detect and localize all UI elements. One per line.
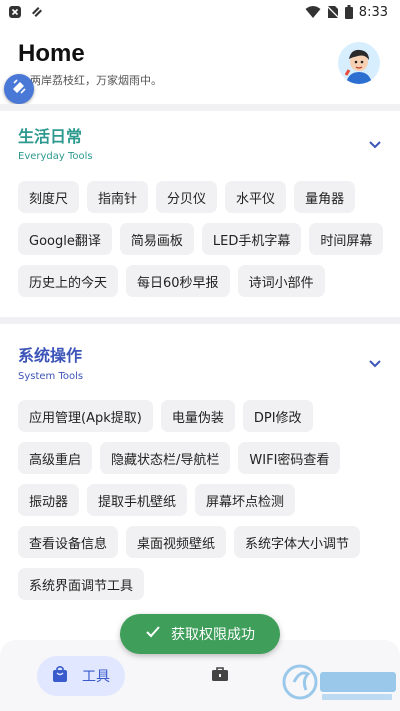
avatar[interactable] bbox=[338, 42, 380, 84]
briefcase-icon bbox=[211, 666, 229, 686]
tool-chip[interactable]: LED手机字幕 bbox=[201, 223, 302, 255]
wifi-icon bbox=[305, 5, 321, 19]
tool-chip[interactable]: 桌面视频壁纸 bbox=[126, 526, 227, 558]
chevron-down-icon[interactable] bbox=[368, 136, 382, 150]
tool-chip[interactable]: 指南针 bbox=[87, 181, 149, 213]
tab-tools[interactable]: 工具 bbox=[37, 656, 125, 696]
chip-list: 应用管理(Apk提取) 电量伪装 DPI修改 高级重启 隐藏状态栏/导航栏 WI… bbox=[18, 400, 388, 600]
tool-chip[interactable]: 查看设备信息 bbox=[18, 526, 119, 558]
floating-edit-button[interactable] bbox=[4, 74, 34, 104]
chip-list: 刻度尺 指南针 分贝仪 水平仪 量角器 Google翻译 简易画板 LED手机字… bbox=[18, 181, 388, 297]
page-title: Home bbox=[18, 40, 85, 67]
watermark-logo bbox=[282, 660, 398, 706]
section-title: 生活日常 bbox=[18, 127, 83, 146]
status-right: 8:33 bbox=[305, 5, 388, 20]
status-left bbox=[8, 5, 44, 19]
section-system: 系统操作 System Tools 应用管理(Apk提取) 电量伪装 DPI修改… bbox=[0, 324, 400, 624]
tool-chip[interactable]: 系统界面调节工具 bbox=[18, 568, 145, 600]
no-sim-icon bbox=[326, 5, 339, 19]
chevron-down-icon[interactable] bbox=[368, 355, 382, 369]
tool-chip[interactable]: 简易画板 bbox=[119, 223, 194, 255]
header-subtitle: 两岸荔枝红，万家烟雨中。 bbox=[30, 74, 162, 87]
tool-chip[interactable]: 分贝仪 bbox=[156, 181, 218, 213]
status-time: 8:33 bbox=[358, 4, 388, 20]
tool-chip[interactable]: 提取手机壁纸 bbox=[87, 484, 188, 516]
shopping-bag-icon bbox=[52, 665, 68, 687]
tool-chip[interactable]: 应用管理(Apk提取) bbox=[18, 400, 153, 432]
toast-text: 获取权限成功 bbox=[171, 627, 255, 643]
tool-chip[interactable]: 诗词小部件 bbox=[237, 265, 325, 297]
tool-chip[interactable]: 高级重启 bbox=[18, 442, 93, 474]
tool-chip[interactable]: 历史上的今天 bbox=[18, 265, 119, 297]
tool-chip[interactable]: 系统字体大小调节 bbox=[234, 526, 361, 558]
tool-chip[interactable]: 振动器 bbox=[18, 484, 80, 516]
section-divider bbox=[0, 317, 400, 324]
float-edit-icon bbox=[11, 79, 27, 99]
tool-chip[interactable]: 量角器 bbox=[294, 181, 356, 213]
check-icon bbox=[145, 624, 161, 644]
toast: 获取权限成功 bbox=[120, 614, 280, 654]
section-subtitle: Everyday Tools bbox=[18, 151, 93, 162]
section-subtitle: System Tools bbox=[18, 371, 84, 382]
tool-chip[interactable]: 隐藏状态栏/导航栏 bbox=[100, 442, 231, 474]
header: Home 两岸荔枝红，万家烟雨中。 bbox=[0, 24, 400, 116]
tool-chip[interactable]: 屏幕坏点检测 bbox=[195, 484, 296, 516]
tool-chip[interactable]: 水平仪 bbox=[225, 181, 287, 213]
tool-chip[interactable]: 电量伪装 bbox=[160, 400, 235, 432]
tool-chip[interactable]: DPI修改 bbox=[242, 400, 313, 432]
tool-chip[interactable]: Google翻译 bbox=[18, 223, 112, 255]
tool-chip[interactable]: WIFI密码查看 bbox=[238, 442, 341, 474]
section-everyday: 生活日常 Everyday Tools 刻度尺 指南针 分贝仪 水平仪 量角器 … bbox=[0, 111, 400, 311]
tool-chip[interactable]: 时间屏幕 bbox=[309, 223, 384, 255]
status-bar: 8:33 bbox=[0, 0, 400, 24]
tool-chip[interactable]: 刻度尺 bbox=[18, 181, 80, 213]
slash-icon bbox=[30, 5, 44, 19]
battery-icon bbox=[344, 5, 353, 19]
section-divider bbox=[0, 104, 400, 111]
close-box-icon bbox=[8, 5, 22, 19]
tab-tools-label: 工具 bbox=[82, 669, 110, 685]
section-title: 系统操作 bbox=[18, 346, 83, 365]
tab-second[interactable] bbox=[208, 664, 232, 688]
tool-chip[interactable]: 每日60秒早报 bbox=[126, 265, 230, 297]
